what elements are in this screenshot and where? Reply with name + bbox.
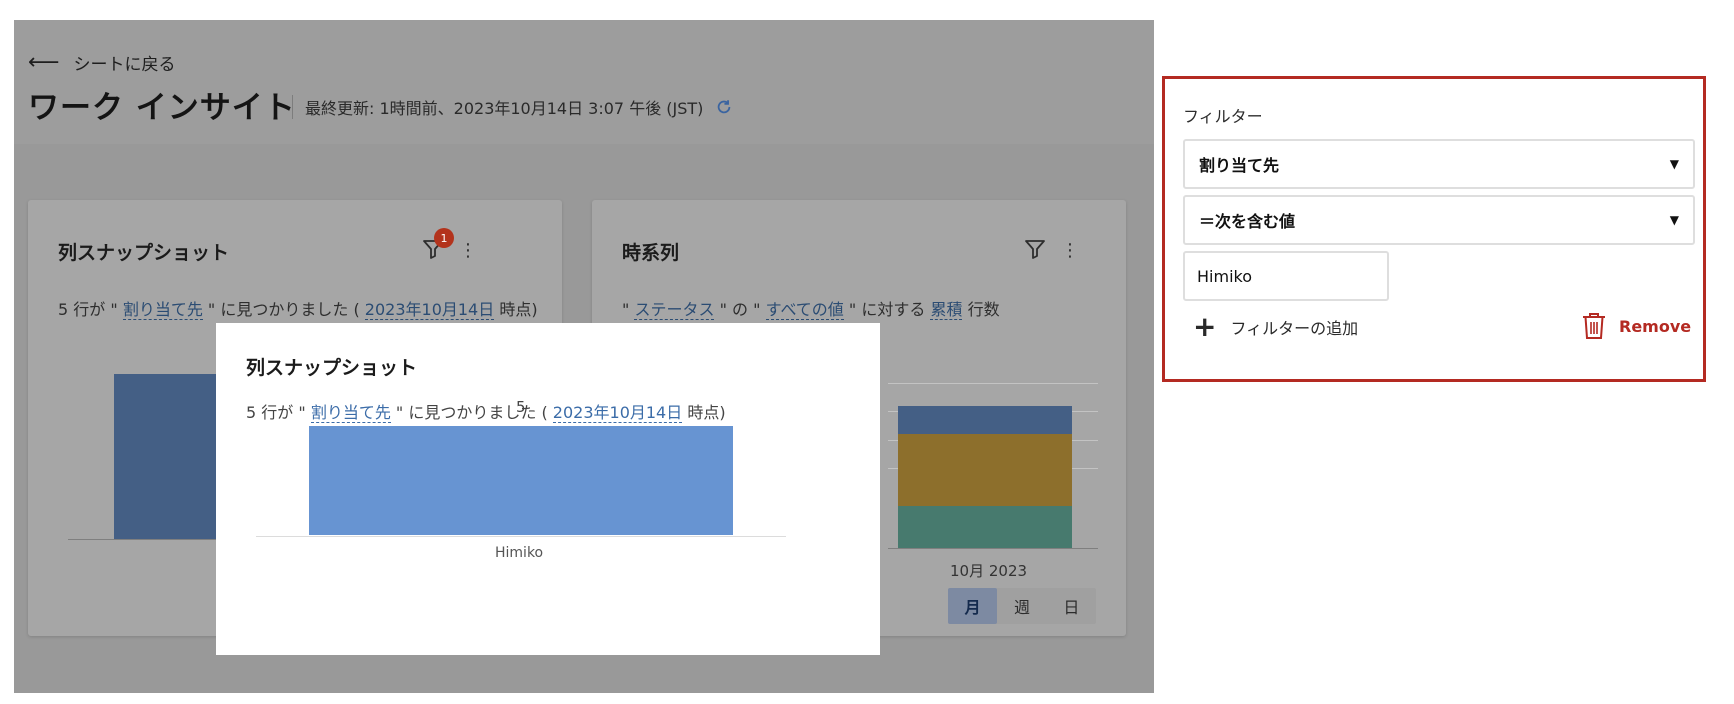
page-title: ワーク インサイト xyxy=(28,90,296,126)
filter-label: フィルター xyxy=(1183,107,1263,126)
remove-label: Remove xyxy=(1619,316,1692,336)
field-select[interactable]: 割り当て先 ▼ xyxy=(1183,139,1695,189)
caret-down-icon: ▼ xyxy=(1669,157,1679,171)
chart-axis xyxy=(68,539,228,540)
stack-segment xyxy=(898,434,1072,506)
popup-bar[interactable] xyxy=(309,425,733,535)
stack-segment xyxy=(898,506,1072,548)
field-select-value: 割り当て先 xyxy=(1199,156,1280,175)
filter-editor: フィルター 割り当て先 ▼ ＝次を含む値 ▼ + フィルターの追加 Remove xyxy=(1162,76,1706,382)
filter-count-badge: 1 xyxy=(434,228,454,248)
add-filter-button[interactable]: + フィルターの追加 xyxy=(1193,313,1358,341)
desc-text: 時点) xyxy=(499,300,538,319)
date-link[interactable]: 2023年10月14日 xyxy=(552,403,683,423)
chart-gridline xyxy=(888,383,1098,384)
x-axis-label: 10月 2023 xyxy=(950,562,1028,580)
add-filter-label: フィルターの追加 xyxy=(1230,319,1359,338)
card-title: 時系列 xyxy=(622,242,680,264)
last-updated-info: 最終更新: 1時間前、2023年10月14日 3:07 午後 (JST) xyxy=(292,95,733,119)
period-month-button[interactable]: 月 xyxy=(948,588,998,624)
chart-axis xyxy=(888,548,1098,549)
filter-button[interactable] xyxy=(1024,238,1048,262)
arrow-left-icon: ⟵ xyxy=(28,49,60,75)
popup-title: 列スナップショット xyxy=(246,357,418,379)
desc-text: " の " xyxy=(719,300,761,319)
desc-text: 時点) xyxy=(687,403,726,422)
desc-text: 行数 xyxy=(967,300,1000,319)
stack-segment xyxy=(898,406,1072,434)
filter-value-input[interactable] xyxy=(1183,251,1389,301)
insights-header: ⟵ シートに戻る ワーク インサイト 最終更新: 1時間前、2023年10月14… xyxy=(14,20,1154,144)
trash-icon xyxy=(1583,313,1605,339)
chart-bar xyxy=(114,374,224,539)
values-link[interactable]: すべての値 xyxy=(765,300,844,320)
desc-text: " xyxy=(622,300,630,319)
period-toggle: 月 週 日 xyxy=(948,588,1096,624)
popup-description: 5 行が " 割り当て先 " に見つかりました ( 2023年10月14日 時点… xyxy=(246,399,726,423)
date-link[interactable]: 2023年10月14日 xyxy=(364,300,495,320)
plus-icon: + xyxy=(1193,310,1217,343)
desc-text: 5 行が " xyxy=(58,300,118,319)
bar-value-label: 5 xyxy=(516,397,526,416)
popup-x-axis xyxy=(256,536,786,537)
operator-select[interactable]: ＝次を含む値 ▼ xyxy=(1183,195,1695,245)
card-title: 列スナップショット xyxy=(58,242,230,264)
field-link[interactable]: 割り当て先 xyxy=(122,300,203,320)
remove-filter-button[interactable]: Remove xyxy=(1581,311,1691,341)
desc-text: 5 行が " xyxy=(246,403,306,422)
chart-popup: 列スナップショット 5 行が " 割り当て先 " に見つかりました ( 2023… xyxy=(216,323,880,655)
funnel-icon xyxy=(1025,240,1045,259)
field-link[interactable]: 割り当て先 xyxy=(310,403,391,423)
close-icon[interactable] xyxy=(1692,22,1718,48)
desc-text: " に対する xyxy=(848,300,926,319)
more-options-icon[interactable]: ⋮ xyxy=(458,238,478,262)
mode-link[interactable]: 累積 xyxy=(930,300,963,320)
desc-text: " に見つかりました ( xyxy=(207,300,360,319)
back-to-sheet-link[interactable]: ⟵ シートに戻る xyxy=(28,50,176,75)
caret-down-icon: ▼ xyxy=(1669,213,1679,227)
refresh-icon[interactable] xyxy=(715,98,733,116)
period-week-button[interactable]: 週 xyxy=(997,588,1046,624)
last-updated-text: 最終更新: 1時間前、2023年10月14日 3:07 午後 (JST) xyxy=(305,99,704,118)
back-label: シートに戻る xyxy=(73,55,176,75)
filter-button[interactable]: 1 xyxy=(422,228,454,262)
x-tick-label: Himiko xyxy=(495,545,544,561)
period-day-button[interactable]: 日 xyxy=(1047,588,1096,624)
more-options-icon[interactable]: ⋮ xyxy=(1060,238,1080,262)
operator-select-value: ＝次を含む値 xyxy=(1199,212,1296,231)
field-link[interactable]: ステータス xyxy=(634,300,715,320)
card-description: 5 行が " 割り当て先 " に見つかりました ( 2023年10月14日 時点… xyxy=(58,294,538,326)
card-description: " ステータス " の " すべての値 " に対する 累積 行数 xyxy=(622,294,1112,326)
